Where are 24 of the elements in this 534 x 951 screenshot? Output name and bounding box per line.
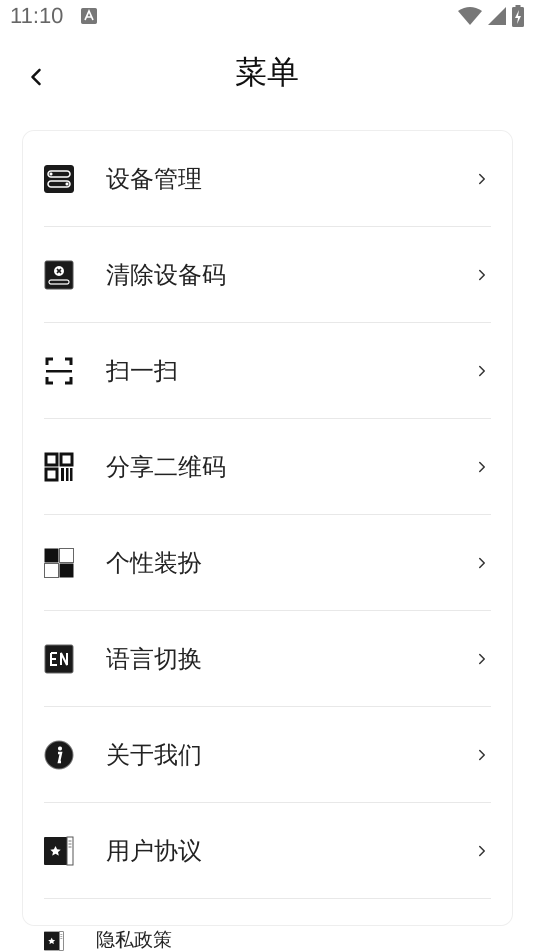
- menu-item[interactable]: 个性装扮: [44, 515, 491, 611]
- menu-item[interactable]: 清除设备码: [44, 227, 491, 323]
- menu-item[interactable]: 语言切换: [44, 611, 491, 707]
- menu-item[interactable]: 用户协议: [44, 803, 491, 899]
- page-title: 菜单: [235, 52, 299, 93]
- keyboard-notification-icon: [81, 8, 98, 24]
- menu-item[interactable]: 设备管理: [44, 131, 491, 227]
- status-time: 11:10: [10, 3, 64, 30]
- menu-item[interactable]: 扫一扫: [44, 323, 491, 419]
- squares-icon: [44, 548, 74, 578]
- qr-code-icon: [44, 452, 74, 482]
- scan-icon: [44, 356, 74, 386]
- menu-item[interactable]: 隐私政策: [0, 930, 534, 951]
- battery-charging-icon: [512, 5, 524, 28]
- menu-item[interactable]: 分享二维码: [44, 419, 491, 515]
- language-icon: [44, 644, 74, 674]
- star-book-icon: [44, 836, 74, 866]
- menu-item[interactable]: 关于我们: [44, 707, 491, 803]
- info-icon: [44, 740, 74, 770]
- device-delete-icon: [44, 260, 74, 290]
- toggle-list-icon: [44, 164, 74, 194]
- star-book-icon: [44, 930, 64, 950]
- signal-icon: [488, 7, 506, 26]
- wifi-icon: [458, 7, 482, 26]
